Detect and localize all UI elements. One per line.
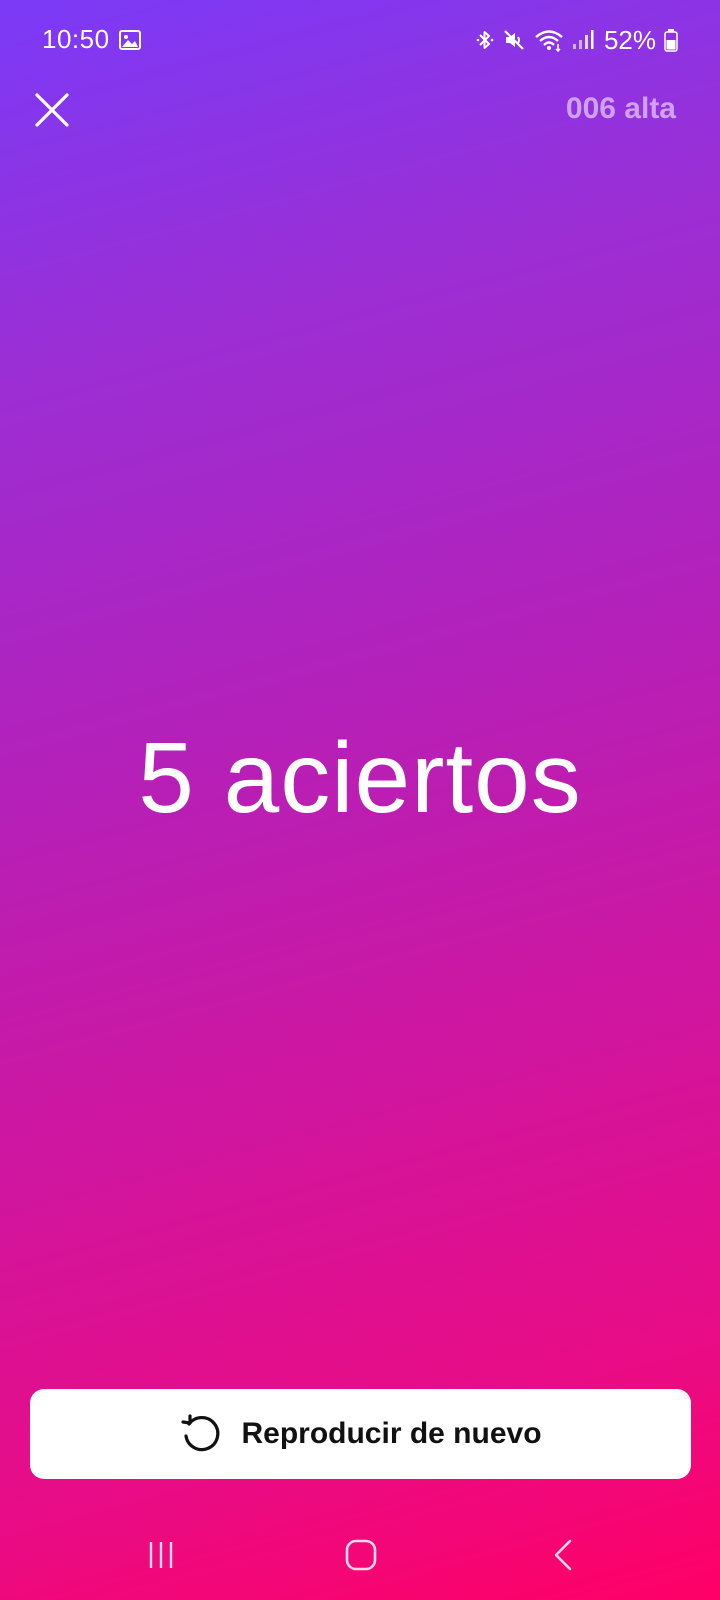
bluetooth-icon <box>476 31 494 49</box>
replay-button[interactable]: Reproducir de nuevo <box>30 1389 691 1479</box>
battery-percent: 52% <box>603 24 656 55</box>
home-icon[interactable] <box>344 1538 378 1572</box>
status-icons: 52% <box>476 24 678 56</box>
system-nav-bar <box>0 1520 720 1590</box>
wifi-icon <box>535 30 563 52</box>
close-button[interactable] <box>30 88 74 132</box>
quiz-title: 006 alta <box>565 92 676 125</box>
signal-icon <box>572 30 594 49</box>
back-icon[interactable] <box>548 1538 582 1572</box>
recent-apps-icon[interactable] <box>146 1538 180 1572</box>
replay-label: Reproducir de nuevo <box>241 1417 542 1450</box>
result-score: 5 aciertos <box>138 722 582 834</box>
battery-icon <box>664 29 678 52</box>
status-bar: 10:50 52% <box>0 0 720 80</box>
gallery-icon <box>119 30 141 50</box>
close-icon <box>35 93 69 127</box>
mute-icon <box>504 30 524 50</box>
quiz-result-screen: 10:50 52% 006 alta 5 aciertos Reproducir… <box>0 0 720 1600</box>
replay-icon <box>181 1414 220 1452</box>
status-time: 10:50 <box>42 24 110 54</box>
